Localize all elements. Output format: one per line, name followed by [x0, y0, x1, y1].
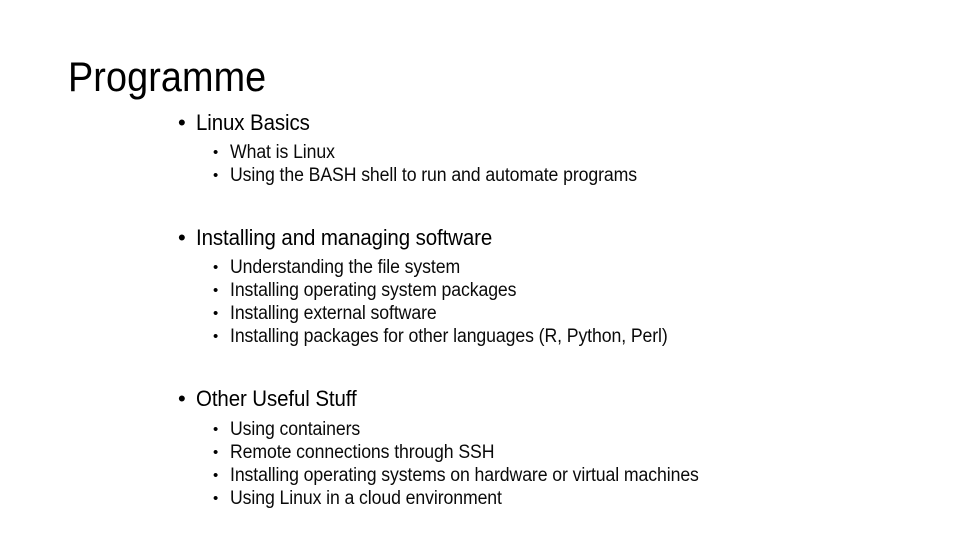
bullet-level2-label: What is Linux	[230, 142, 335, 163]
bullet-dot-icon: •	[213, 305, 219, 322]
bullet-dot-icon: •	[213, 144, 219, 161]
bullet-level2: • Using the BASH shell to run and automa…	[0, 164, 960, 187]
bullet-level2-list: • What is Linux • Using the BASH shell t…	[0, 141, 960, 187]
bullet-dot-icon: •	[213, 421, 219, 438]
slide-body: • Linux Basics • What is Linux • Using t…	[0, 108, 960, 510]
bullet-level2-label: Installing packages for other languages …	[230, 326, 668, 347]
bullet-level2-label: Using Linux in a cloud environment	[230, 488, 502, 509]
bullet-section: • Other Useful Stuff • Using containers …	[0, 384, 960, 510]
bullet-level2: • Using Linux in a cloud environment	[0, 487, 960, 510]
bullet-level2-list: • Understanding the file system • Instal…	[0, 256, 960, 348]
bullet-level1: • Installing and managing software	[0, 223, 960, 253]
bullet-level2-label: Installing operating system packages	[230, 280, 517, 301]
bullet-level2-label: Understanding the file system	[230, 257, 461, 278]
bullet-level2: • Installing external software	[0, 302, 960, 325]
bullet-level1: • Linux Basics	[0, 108, 960, 138]
bullet-level2-label: Installing external software	[230, 303, 437, 324]
page-title: Programme	[68, 53, 267, 100]
bullet-dot-icon: •	[178, 386, 186, 411]
bullet-level2-list: • Using containers • Remote connections …	[0, 418, 960, 510]
bullet-dot-icon: •	[213, 467, 219, 484]
bullet-level2: • Remote connections through SSH	[0, 441, 960, 464]
bullet-section: • Installing and managing software • Und…	[0, 223, 960, 348]
bullet-level2-label: Using the BASH shell to run and automate…	[230, 165, 637, 186]
bullet-level2: • Understanding the file system	[0, 256, 960, 279]
bullet-section: • Linux Basics • What is Linux • Using t…	[0, 108, 960, 187]
bullet-level2: • Installing packages for other language…	[0, 325, 960, 348]
bullet-dot-icon: •	[213, 444, 219, 461]
bullet-level1-label: Linux Basics	[196, 110, 310, 135]
slide-canvas: Programme • Linux Basics • What is Linux…	[0, 0, 960, 540]
bullet-level2: • Installing operating systems on hardwa…	[0, 464, 960, 487]
bullet-level2: • What is Linux	[0, 141, 960, 164]
bullet-level1: • Other Useful Stuff	[0, 384, 960, 414]
bullet-dot-icon: •	[178, 110, 186, 135]
bullet-level2-label: Using containers	[230, 419, 361, 440]
bullet-dot-icon: •	[213, 167, 219, 184]
bullet-level2: • Using containers	[0, 418, 960, 441]
bullet-level1-label: Installing and managing software	[196, 225, 493, 250]
bullet-level2-label: Installing operating systems on hardware…	[230, 465, 699, 486]
bullet-dot-icon: •	[178, 225, 186, 250]
bullet-dot-icon: •	[213, 282, 219, 299]
bullet-dot-icon: •	[213, 259, 219, 276]
bullet-dot-icon: •	[213, 328, 219, 345]
bullet-level1-label: Other Useful Stuff	[196, 386, 357, 411]
bullet-level2-label: Remote connections through SSH	[230, 442, 495, 463]
bullet-level2: • Installing operating system packages	[0, 279, 960, 302]
bullet-dot-icon: •	[213, 490, 219, 507]
